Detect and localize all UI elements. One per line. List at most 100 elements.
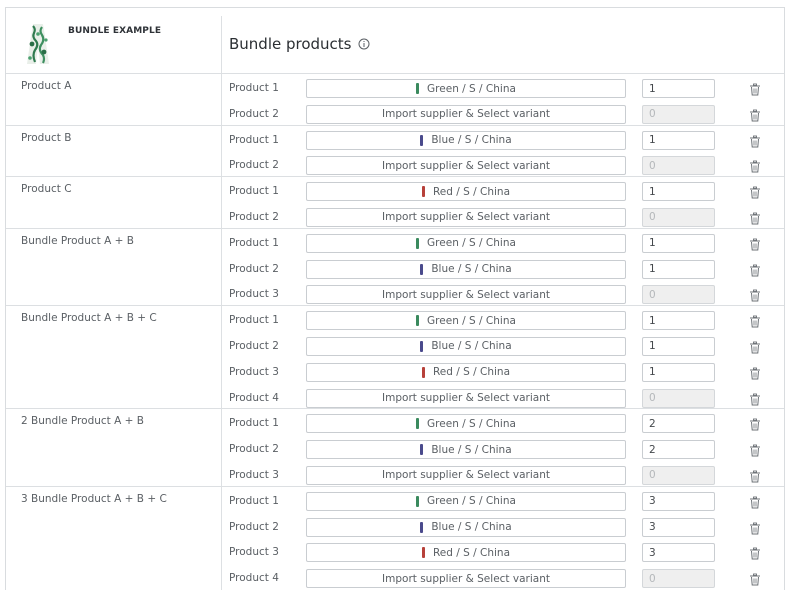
quantity-input: 0 bbox=[642, 156, 715, 176]
quantity-input[interactable]: 1 bbox=[642, 233, 715, 253]
variant-select[interactable]: Blue / S / China bbox=[306, 259, 626, 279]
quantity-input[interactable]: 2 bbox=[642, 414, 715, 434]
variant-select[interactable]: Blue / S / China bbox=[306, 336, 626, 356]
info-icon[interactable] bbox=[358, 38, 370, 50]
trash-icon[interactable] bbox=[749, 186, 761, 199]
product-row: Product 1 Green / S / China 1 bbox=[6, 232, 784, 258]
product-label: Product 2 bbox=[229, 159, 279, 172]
trash-icon[interactable] bbox=[749, 135, 761, 148]
quantity-input[interactable]: 1 bbox=[642, 336, 715, 356]
product-label: Product 1 bbox=[229, 82, 279, 94]
trash-icon[interactable] bbox=[749, 367, 761, 380]
product-row: Product 1 Green / S / China 1 bbox=[6, 309, 784, 335]
variant-color-swatch bbox=[420, 444, 424, 456]
import-supplier-button[interactable]: Import supplier & Select variant bbox=[306, 569, 626, 589]
trash-icon[interactable] bbox=[749, 238, 761, 251]
product-label: Product 3 bbox=[229, 365, 279, 378]
variant-text: Blue / S / China bbox=[431, 134, 512, 147]
variant-text: Import supplier & Select variant bbox=[382, 392, 550, 405]
variant-text: Green / S / China bbox=[427, 82, 516, 95]
quantity-input[interactable]: 3 bbox=[642, 517, 715, 537]
import-supplier-button[interactable]: Import supplier & Select variant bbox=[306, 104, 626, 124]
variant-color-swatch bbox=[421, 186, 425, 198]
quantity-input[interactable]: 1 bbox=[642, 311, 715, 331]
variant-select[interactable]: Green / S / China bbox=[306, 311, 626, 331]
quantity-input[interactable]: 1 bbox=[642, 259, 715, 279]
variant-select[interactable]: Green / S / China bbox=[306, 79, 626, 98]
bundle-products-panel: BUNDLE EXAMPLE Bundle products Product A… bbox=[5, 7, 785, 590]
trash-icon[interactable] bbox=[749, 393, 761, 406]
variant-color-swatch bbox=[416, 495, 420, 507]
trash-icon[interactable] bbox=[749, 470, 761, 483]
page-title: Bundle products bbox=[229, 35, 352, 53]
product-label: Product 4 bbox=[229, 572, 279, 585]
trash-icon[interactable] bbox=[749, 109, 761, 122]
bundle-group: Bundle Product A + B Product 1 Green / S /… bbox=[6, 227, 784, 305]
product-label: Product 2 bbox=[229, 443, 279, 456]
variant-text: Blue / S / China bbox=[431, 443, 512, 456]
variant-select[interactable]: Blue / S / China bbox=[306, 130, 626, 150]
variant-color-swatch bbox=[421, 547, 425, 559]
product-row: Product 1 Blue / S / China 1 bbox=[6, 129, 784, 155]
quantity-input[interactable]: 1 bbox=[642, 79, 715, 98]
quantity-input: 0 bbox=[642, 104, 715, 124]
trash-icon[interactable] bbox=[749, 212, 761, 225]
variant-text: Import supplier & Select variant bbox=[382, 159, 550, 172]
variant-text: Blue / S / China bbox=[431, 340, 512, 353]
trash-icon[interactable] bbox=[749, 83, 761, 96]
variant-text: Red / S / China bbox=[432, 546, 511, 559]
variant-select[interactable]: Green / S / China bbox=[306, 414, 626, 434]
variant-color-swatch bbox=[416, 418, 420, 430]
trash-icon[interactable] bbox=[749, 496, 761, 509]
variant-color-swatch bbox=[421, 366, 425, 378]
quantity-input[interactable]: 3 bbox=[642, 491, 715, 511]
variant-select[interactable]: Red / S / China bbox=[306, 543, 626, 563]
product-label: Product 1 bbox=[229, 236, 279, 249]
variant-text: Blue / S / China bbox=[431, 521, 512, 534]
quantity-input[interactable]: 1 bbox=[642, 130, 715, 150]
quantity-input: 0 bbox=[642, 569, 715, 589]
trash-icon[interactable] bbox=[749, 547, 761, 560]
product-row: Product 1 Green / S / China 3 bbox=[6, 490, 784, 516]
trash-icon[interactable] bbox=[749, 264, 761, 277]
quantity-input[interactable]: 2 bbox=[642, 440, 715, 460]
quantity-input[interactable]: 3 bbox=[642, 543, 715, 563]
import-supplier-button[interactable]: Import supplier & Select variant bbox=[306, 207, 626, 227]
variant-text: Red / S / China bbox=[432, 366, 511, 379]
product-row: Product 1 Green / S / China 2 bbox=[6, 412, 784, 438]
trash-icon[interactable] bbox=[749, 573, 761, 586]
product-label: Product 1 bbox=[229, 417, 279, 430]
variant-color-swatch bbox=[416, 315, 420, 327]
variant-select[interactable]: Red / S / China bbox=[306, 362, 626, 382]
import-supplier-button[interactable]: Import supplier & Select variant bbox=[306, 156, 626, 176]
import-supplier-button[interactable]: Import supplier & Select variant bbox=[306, 465, 626, 485]
variant-text: Green / S / China bbox=[427, 495, 516, 508]
quantity-input: 0 bbox=[642, 465, 715, 485]
trash-icon[interactable] bbox=[749, 418, 761, 431]
trash-icon[interactable] bbox=[749, 522, 761, 535]
variant-select[interactable]: Green / S / China bbox=[306, 491, 626, 511]
trash-icon[interactable] bbox=[749, 315, 761, 328]
import-supplier-button[interactable]: Import supplier & Select variant bbox=[306, 285, 626, 305]
trash-icon[interactable] bbox=[749, 160, 761, 173]
trash-icon[interactable] bbox=[749, 289, 761, 302]
product-row: Product 3 Red / S / China 3 bbox=[6, 541, 784, 567]
bundle-example-label: BUNDLE EXAMPLE bbox=[68, 26, 162, 36]
variant-select[interactable]: Blue / S / China bbox=[306, 440, 626, 460]
bundle-group: Product B Product 1 Blue / S / China 1 Produ… bbox=[6, 124, 784, 177]
product-label: Product 2 bbox=[229, 262, 279, 275]
variant-select[interactable]: Green / S / China bbox=[306, 233, 626, 253]
quantity-input[interactable]: 1 bbox=[642, 362, 715, 382]
trash-icon[interactable] bbox=[749, 444, 761, 457]
variant-select[interactable]: Red / S / China bbox=[306, 182, 626, 202]
trash-icon[interactable] bbox=[749, 341, 761, 354]
import-supplier-button[interactable]: Import supplier & Select variant bbox=[306, 388, 626, 408]
product-label: Product 2 bbox=[229, 339, 279, 352]
variant-color-swatch bbox=[420, 521, 424, 533]
variant-select[interactable]: Blue / S / China bbox=[306, 517, 626, 537]
product-label: Product 2 bbox=[229, 107, 279, 120]
quantity-input[interactable]: 1 bbox=[642, 182, 715, 202]
variant-text: Green / S / China bbox=[427, 237, 516, 250]
product-row: Product 2 Blue / S / China 1 bbox=[6, 335, 784, 361]
bundle-group: Product C Product 1 Red / S / China 1 Produc… bbox=[6, 176, 784, 228]
